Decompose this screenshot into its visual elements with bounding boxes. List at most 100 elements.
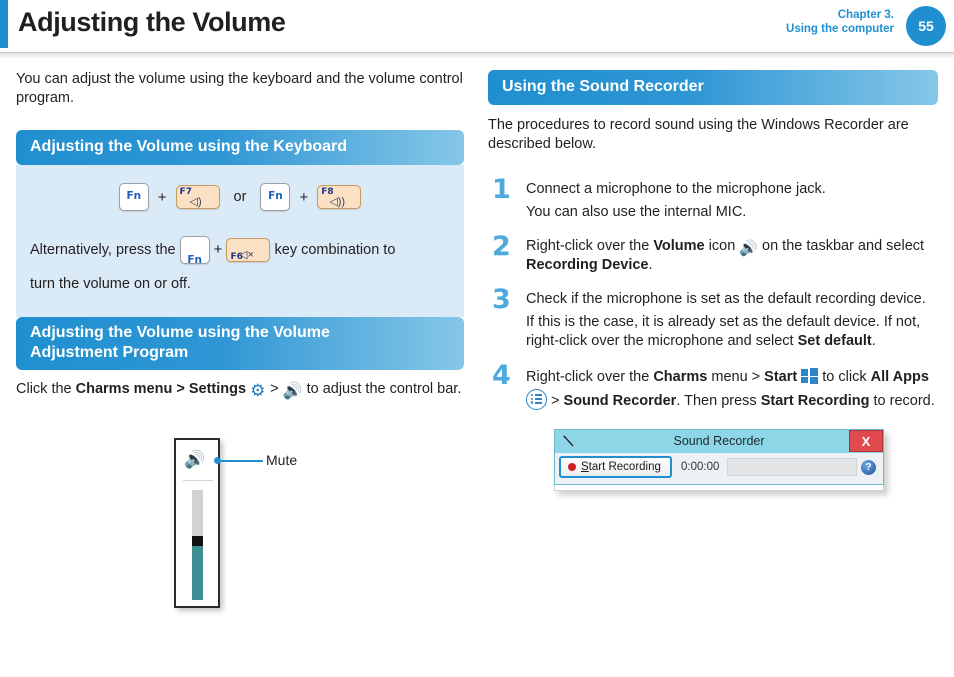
fn-key: Fn bbox=[118, 183, 149, 211]
page-number-badge: 55 bbox=[906, 6, 946, 46]
fn-key-label: Fn bbox=[126, 190, 142, 202]
section-heading-line2: Adjustment Program bbox=[30, 344, 189, 361]
click-gt: > bbox=[270, 381, 279, 397]
step-4-bold-charms: Charms bbox=[653, 369, 708, 385]
sound-recorder-title: Sound Recorder bbox=[673, 434, 765, 448]
f8-key: F8 ◁)) bbox=[317, 185, 362, 209]
recording-level-bar bbox=[727, 458, 857, 476]
all-apps-icon bbox=[526, 389, 547, 410]
volume-control-figure: 🔊 Mute bbox=[16, 430, 464, 615]
charms-instruction: Click the Charms menu > Settings ⚙ > 🔊 t… bbox=[16, 380, 464, 400]
step-2-number: 2 bbox=[492, 231, 511, 262]
click-bold-text: Charms menu > Settings bbox=[75, 381, 247, 397]
step-3-line-1: Check if the microphone is set as the de… bbox=[526, 291, 926, 307]
alt-text-before: Alternatively, press the bbox=[30, 242, 176, 258]
alt-text-after: turn the volume on or off. bbox=[30, 276, 191, 292]
header-divider bbox=[0, 52, 954, 59]
or-separator: or bbox=[233, 189, 247, 205]
click-text-after: to adjust the control bar. bbox=[306, 381, 462, 397]
step-4-text-d: > bbox=[551, 393, 560, 409]
keyboard-shortcut-row-2: Alternatively, press the Fn + F6 ◁× key … bbox=[30, 233, 450, 301]
f7-key: F7 ◁) bbox=[175, 185, 220, 209]
sound-recorder-intro: The procedures to record sound using the… bbox=[488, 117, 909, 152]
volume-slider-fill bbox=[192, 545, 203, 600]
step-2: 2 Right-click over the Volume icon 🔊 on … bbox=[488, 233, 938, 275]
volume-up-icon: ◁)) bbox=[329, 196, 346, 208]
section-heading-volume-program: Adjusting the Volume using the Volume Ad… bbox=[16, 317, 464, 370]
chapter-info: Chapter 3. Using the computer bbox=[786, 8, 894, 36]
fn-key-2-label: Fn bbox=[268, 190, 283, 202]
left-column: You can adjust the volume using the keyb… bbox=[16, 70, 464, 615]
step-2-text-b: icon bbox=[708, 238, 736, 254]
step-3-number: 3 bbox=[492, 284, 511, 315]
start-recording-mnemonic: S bbox=[581, 461, 589, 473]
step-4-text-c: to click bbox=[822, 369, 867, 385]
step-4-text-f: to record. bbox=[873, 393, 935, 409]
step-1-line-1: Connect a microphone to the microphone j… bbox=[526, 181, 826, 197]
chapter-number: Chapter 3. bbox=[837, 9, 894, 21]
step-4-bold-sound-recorder: Sound Recorder bbox=[563, 393, 677, 409]
volume-panel-divider bbox=[183, 480, 213, 481]
step-3-period: . bbox=[871, 333, 876, 349]
taskbar-volume-icon: 🔊 bbox=[739, 240, 758, 257]
sound-recorder-footer bbox=[554, 485, 884, 491]
step-2-bold-volume: Volume bbox=[653, 238, 705, 254]
volume-panel-speaker-icon[interactable]: 🔊 bbox=[184, 451, 206, 469]
keyboard-shortcut-box: Fn + F7 ◁) or Fn + F8 ◁)) Alternatively,… bbox=[16, 165, 464, 317]
right-column: Using the Sound Recorder The procedures … bbox=[488, 70, 938, 491]
windows-start-icon bbox=[801, 368, 818, 384]
volume-slider-thumb[interactable] bbox=[192, 536, 203, 546]
fn-key-2: Fn bbox=[260, 183, 291, 211]
step-3: 3 Check if the microphone is set as the … bbox=[488, 286, 938, 351]
plus-sign: + bbox=[157, 188, 167, 206]
callout-dot bbox=[214, 457, 221, 464]
volume-down-icon: ◁) bbox=[189, 196, 202, 208]
keyboard-shortcut-row-1: Fn + F7 ◁) or Fn + F8 ◁)) bbox=[30, 183, 450, 211]
section-heading-line1: Adjusting the Volume using the Volume bbox=[30, 324, 330, 341]
step-4: 4 Right-click over the Charms menu > Sta… bbox=[488, 362, 938, 413]
step-2-text-a: Right-click over the bbox=[526, 238, 650, 254]
f6-key: F6 ◁× bbox=[226, 238, 271, 263]
plus-sign-2: + bbox=[299, 188, 309, 206]
speaker-icon: 🔊 bbox=[282, 383, 303, 400]
callout-line bbox=[221, 460, 263, 462]
start-recording-label: Start Recording bbox=[581, 461, 661, 473]
record-dot-icon bbox=[568, 463, 576, 471]
step-2-bold-recording-device: Recording Device bbox=[526, 257, 649, 273]
fn-key-3-label: Fn bbox=[187, 254, 202, 267]
sound-recorder-titlebar: Sound Recorder X bbox=[554, 429, 884, 453]
step-1: 1 Connect a microphone to the microphone… bbox=[488, 176, 938, 222]
help-icon[interactable]: ? bbox=[861, 460, 876, 475]
section-heading-sound-recorder: Using the Sound Recorder bbox=[488, 70, 938, 105]
step-4-text-e: . Then press bbox=[676, 393, 757, 409]
page-title: Adjusting the Volume bbox=[18, 7, 286, 37]
volume-panel: 🔊 bbox=[174, 438, 220, 608]
click-text-before: Click the bbox=[16, 381, 72, 397]
steps-list: 1 Connect a microphone to the microphone… bbox=[488, 176, 938, 413]
step-2-text: Right-click over the Volume icon 🔊 on th… bbox=[526, 237, 938, 275]
start-recording-rest: tart Recording bbox=[588, 461, 661, 473]
section-heading-keyboard: Adjusting the Volume using the Keyboard bbox=[16, 130, 464, 165]
step-2-period: . bbox=[648, 257, 653, 273]
step-3-line-2: If this is the case, it is already set a… bbox=[526, 313, 938, 351]
step-4-text-b: menu > bbox=[711, 369, 761, 385]
step-4-bold-all-apps: All Apps bbox=[870, 369, 929, 385]
page-header: Adjusting the Volume Chapter 3. Using th… bbox=[0, 0, 954, 59]
recording-timer: 0:00:00 bbox=[681, 461, 720, 473]
gear-icon: ⚙ bbox=[250, 381, 266, 400]
mute-icon: ◁× bbox=[239, 249, 254, 262]
callout-label-mute: Mute bbox=[266, 452, 298, 468]
start-recording-button[interactable]: Start Recording bbox=[559, 456, 672, 478]
alt-text-middle: key combination to bbox=[274, 242, 396, 258]
step-4-bold-start: Start bbox=[764, 369, 798, 385]
step-1-number: 1 bbox=[492, 174, 511, 205]
step-4-number: 4 bbox=[492, 360, 511, 391]
step-4-text: Right-click over the Charms menu > Start… bbox=[526, 366, 938, 413]
fn-key-3: Fn bbox=[179, 236, 210, 266]
close-icon[interactable]: X bbox=[849, 430, 883, 452]
sound-recorder-window: Sound Recorder X Start Recording 0:00:00… bbox=[554, 429, 884, 491]
sound-recorder-body: Start Recording 0:00:00 ? bbox=[554, 453, 884, 485]
step-2-text-c: on the taskbar and select bbox=[762, 238, 925, 254]
intro-paragraph: You can adjust the volume using the keyb… bbox=[16, 71, 463, 106]
plus-sign-3: + bbox=[213, 241, 223, 258]
